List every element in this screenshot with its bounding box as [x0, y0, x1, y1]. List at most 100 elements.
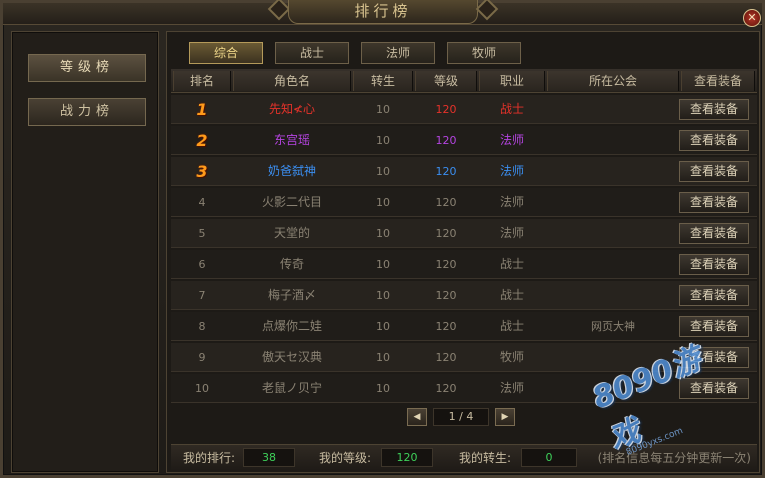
rank-badge-icon: 2: [196, 131, 208, 150]
table-row: 2 东宫瑶 10 120 法师 查看装备: [171, 126, 757, 155]
row-job: 法师: [499, 133, 524, 147]
view-equipment-button[interactable]: 查看装备: [679, 316, 749, 337]
table-row: 1 先知≮心 10 120 战士 查看装备: [171, 95, 757, 124]
tab-priest[interactable]: 牧师: [447, 42, 521, 64]
row-guild: [547, 157, 679, 186]
view-equipment-button[interactable]: 查看装备: [679, 285, 749, 306]
header-class: 职业: [479, 71, 545, 91]
row-name: 点爆你二娃: [261, 319, 322, 333]
header-rebirth: 转生: [353, 71, 413, 91]
my-level-value: 120: [381, 448, 433, 467]
table-row: 9 傲天セ汉典 10 120 牧师 查看装备: [171, 343, 757, 372]
row-rebirth: 10: [376, 134, 390, 147]
row-job: 战士: [499, 102, 524, 116]
row-name: 先知≮心: [268, 102, 316, 116]
row-job: 法师: [499, 164, 524, 178]
view-equipment-button[interactable]: 查看装备: [679, 223, 749, 244]
tab-all[interactable]: 综合: [189, 42, 263, 64]
header-name: 角色名: [233, 71, 351, 91]
title-bar: 排行榜 ✕: [3, 0, 762, 27]
prev-page-button[interactable]: ◀: [407, 408, 427, 426]
row-level: 120: [435, 289, 457, 302]
my-rebirth-value: 0: [521, 448, 577, 467]
header-rank: 排名: [173, 71, 231, 91]
ranking-panel: 综合 战士 法师 牧师 排名 角色名 转生 等级 职业 所在公会 查看装备 1 先…: [166, 31, 760, 473]
row-name: 天堂的: [273, 226, 310, 240]
title-ornament-left-icon: [267, 0, 291, 21]
rank-badge-icon: 3: [196, 162, 208, 181]
table-header: 排名 角色名 转生 等级 职业 所在公会 查看装备: [171, 69, 757, 93]
row-guild: 网页大神: [591, 320, 635, 333]
row-level: 120: [435, 165, 457, 178]
table-row: 8 点爆你二娃 10 120 战士 网页大神 查看装备: [171, 312, 757, 341]
view-equipment-button[interactable]: 查看装备: [679, 130, 749, 151]
row-guild: [547, 219, 679, 248]
row-rebirth: 10: [376, 382, 390, 395]
row-name: 梅子酒〆: [267, 288, 316, 302]
row-level: 120: [435, 227, 457, 240]
view-equipment-button[interactable]: 查看装备: [679, 378, 749, 399]
header-view-equipment: 查看装备: [681, 71, 755, 91]
row-level: 120: [435, 351, 457, 364]
row-job: 战士: [499, 257, 524, 271]
row-rebirth: 10: [376, 103, 390, 116]
row-rank: 5: [198, 227, 206, 240]
tab-warrior[interactable]: 战士: [275, 42, 349, 64]
tab-mage[interactable]: 法师: [361, 42, 435, 64]
view-equipment-button[interactable]: 查看装备: [679, 192, 749, 213]
my-ranking-footer: 我的排行: 38 我的等级: 120 我的转生: 0 (排名信息每五分钟更新一次…: [171, 444, 757, 470]
row-rank: 8: [198, 320, 206, 333]
row-rank: 4: [198, 196, 206, 209]
view-equipment-button[interactable]: 查看装备: [679, 161, 749, 182]
table-row: 3 奶爸弑神 10 120 法师 查看装备: [171, 157, 757, 186]
row-job: 战士: [499, 319, 524, 333]
table-row: 5 天堂的 10 120 法师 查看装备: [171, 219, 757, 248]
row-guild: [547, 95, 679, 124]
row-name: 火影二代目: [261, 195, 322, 209]
row-job: 法师: [499, 195, 524, 209]
header-level: 等级: [415, 71, 477, 91]
view-equipment-button[interactable]: 查看装备: [679, 347, 749, 368]
row-level: 120: [435, 196, 457, 209]
row-rank: 7: [198, 289, 206, 302]
row-guild: [547, 188, 679, 217]
table-row: 4 火影二代目 10 120 法师 查看装备: [171, 188, 757, 217]
header-guild: 所在公会: [547, 71, 679, 91]
row-rebirth: 10: [376, 196, 390, 209]
row-rebirth: 10: [376, 320, 390, 333]
row-level: 120: [435, 258, 457, 271]
row-guild: [547, 281, 679, 310]
row-guild: [547, 250, 679, 279]
table-row: 10 老鼠ノ贝宁 10 120 法师 查看装备: [171, 374, 757, 403]
table-row: 6 传奇 10 120 战士 查看装备: [171, 250, 757, 279]
window-title: 排行榜: [288, 0, 478, 24]
row-job: 战士: [499, 288, 524, 302]
row-level: 120: [435, 382, 457, 395]
ranking-category-sidebar: 等级榜 战力榜: [11, 31, 159, 473]
title-ornament-right-icon: [475, 0, 499, 21]
sidebar-item-level-ranking[interactable]: 等级榜: [28, 54, 146, 82]
sidebar-item-power-ranking[interactable]: 战力榜: [28, 98, 146, 126]
view-equipment-button[interactable]: 查看装备: [679, 99, 749, 120]
row-rebirth: 10: [376, 351, 390, 364]
page-indicator: 1 / 4: [433, 408, 489, 426]
ranking-window: 排行榜 ✕ 等级榜 战力榜 综合 战士 法师 牧师 排名 角色名 转生 等级 职…: [0, 0, 765, 478]
view-equipment-button[interactable]: 查看装备: [679, 254, 749, 275]
update-note: (排名信息每五分钟更新一次): [597, 451, 751, 465]
row-rebirth: 10: [376, 227, 390, 240]
close-button[interactable]: ✕: [743, 9, 761, 27]
row-guild: [547, 343, 679, 372]
my-rank-value: 38: [243, 448, 295, 467]
next-page-button[interactable]: ▶: [495, 408, 515, 426]
my-level-label: 我的等级:: [319, 451, 372, 465]
rank-badge-icon: 1: [196, 100, 208, 119]
row-rank: 9: [198, 351, 206, 364]
row-level: 120: [435, 103, 457, 116]
my-rebirth-label: 我的转生:: [459, 451, 512, 465]
row-job: 法师: [499, 381, 524, 395]
row-name: 奶爸弑神: [267, 164, 316, 178]
pagination: ◀ 1 / 4 ▶: [407, 408, 527, 428]
row-name: 传奇: [279, 257, 304, 271]
table-row: 7 梅子酒〆 10 120 战士 查看装备: [171, 281, 757, 310]
row-level: 120: [435, 134, 457, 147]
